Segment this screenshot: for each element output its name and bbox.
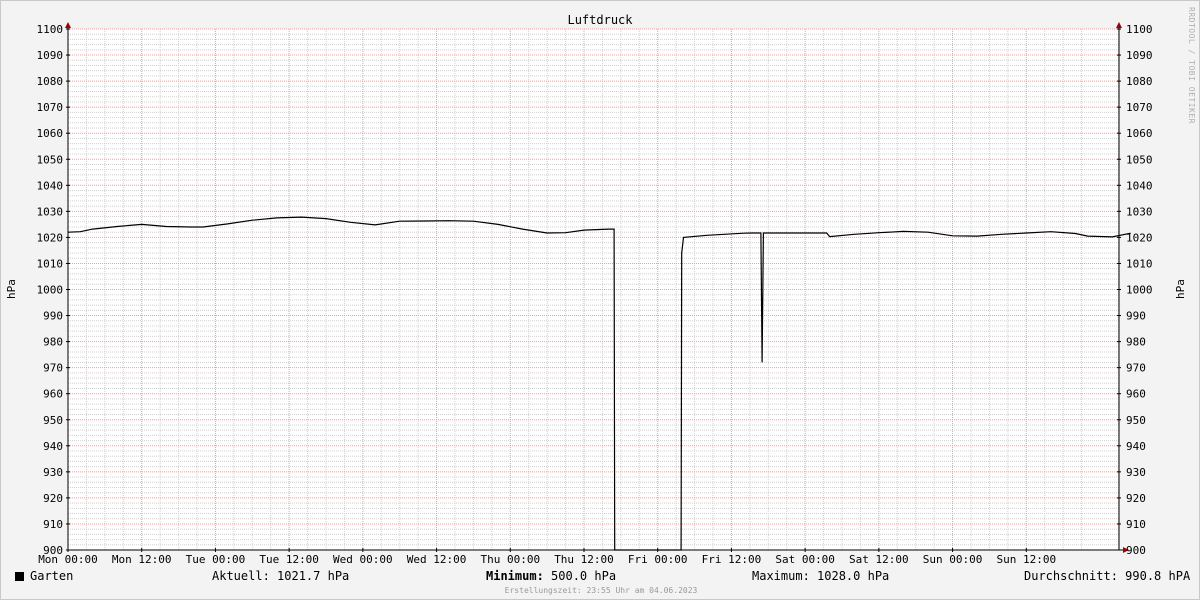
y-tick-label-left: 990 xyxy=(43,310,63,323)
x-tick-label: Sat 00:00 xyxy=(775,553,835,566)
y-tick-label-left: 950 xyxy=(43,414,63,427)
chart-frame: 900 900 910 910 920 920 930 930 940 940 950 950 960 9… xyxy=(0,0,1200,600)
y-tick-label-right: 1010 xyxy=(1126,257,1153,270)
y-tick-label-right: 1030 xyxy=(1126,205,1153,218)
y-tick-label-left: 1060 xyxy=(37,127,64,140)
y-tick-label-left: 1100 xyxy=(37,23,64,36)
stat-maximum: Maximum: 1028.0 hPa xyxy=(752,569,890,583)
y-tick-label-left: 1030 xyxy=(37,205,64,218)
y-tick-label-right: 900 xyxy=(1126,544,1146,557)
y-tick-label-right: 1080 xyxy=(1126,75,1153,88)
legend-swatch xyxy=(15,572,24,581)
legend-label: Garten xyxy=(30,569,74,583)
y-tick-label-right: 1050 xyxy=(1126,153,1153,166)
y-tick-label-right: 1070 xyxy=(1126,101,1153,114)
x-tick-label: Tue 12:00 xyxy=(259,553,319,566)
stat-minimum-value: 500.0 hPa xyxy=(543,569,617,583)
chart-title: Luftdruck xyxy=(567,13,633,27)
y-tick-label-left: 920 xyxy=(43,492,63,505)
stat-average: Durchschnitt: 990.8 hPA xyxy=(1024,569,1191,583)
y-tick-label-left: 1050 xyxy=(37,153,64,166)
y-tick-label-right: 920 xyxy=(1126,492,1146,505)
x-tick-label: Sun 00:00 xyxy=(923,553,983,566)
x-tick-label: Fri 12:00 xyxy=(702,553,762,566)
y-tick-label-right: 990 xyxy=(1126,310,1146,323)
y-tick-label-right: 1100 xyxy=(1126,23,1153,36)
watermark: RRDTOOL / TOBI OETIKER xyxy=(1187,7,1196,124)
x-tick-label: Wed 00:00 xyxy=(333,553,393,566)
y-tick-label-right: 930 xyxy=(1126,466,1146,479)
y-tick-label-left: 1020 xyxy=(37,231,64,244)
y-axis-arrow-left xyxy=(65,22,71,28)
plot-area xyxy=(68,29,1119,550)
y-axis-arrow-right xyxy=(1116,22,1122,28)
y-tick-label-left: 970 xyxy=(43,362,63,375)
y-tick-label-right: 910 xyxy=(1126,518,1146,531)
y-tick-label-right: 980 xyxy=(1126,336,1146,349)
y-tick-label-left: 930 xyxy=(43,466,63,479)
y-axis-label-left: hPa xyxy=(5,279,18,299)
y-tick-label-left: 980 xyxy=(43,336,63,349)
x-tick-label: Fri 00:00 xyxy=(628,553,688,566)
stat-minimum-label: Minimum: xyxy=(486,569,544,583)
y-tick-label-right: 970 xyxy=(1126,362,1146,375)
y-tick-label-left: 1090 xyxy=(37,49,64,62)
x-tick-label: Thu 12:00 xyxy=(554,553,614,566)
y-tick-label-right: 950 xyxy=(1126,414,1146,427)
y-tick-label-right: 1090 xyxy=(1126,49,1153,62)
y-tick-label-right: 1000 xyxy=(1126,284,1153,297)
pressure-chart: 900 900910 910920 920930 930940 940950 950960 9… xyxy=(5,13,1187,566)
y-tick-label-left: 1070 xyxy=(37,101,64,114)
x-tick-label: Sat 12:00 xyxy=(849,553,909,566)
y-tick-label-left: 1000 xyxy=(37,284,64,297)
y-tick-label-left: 910 xyxy=(43,518,63,531)
legend: Garten xyxy=(15,569,73,583)
y-tick-label-left: 1040 xyxy=(37,179,64,192)
y-tick-label-right: 1040 xyxy=(1126,179,1153,192)
x-tick-label: Mon 00:00 xyxy=(38,553,98,566)
y-tick-label-right: 1060 xyxy=(1126,127,1153,140)
y-tick-label-left: 960 xyxy=(43,388,63,401)
x-tick-label: Wed 12:00 xyxy=(407,553,467,566)
stat-current: Aktuell: 1021.7 hPa xyxy=(212,569,350,583)
x-tick-label: Mon 12:00 xyxy=(112,553,172,566)
x-tick-label: Thu 00:00 xyxy=(480,553,540,566)
x-tick-label: Sun 12:00 xyxy=(996,553,1056,566)
y-tick-label-right: 940 xyxy=(1126,440,1146,453)
y-tick-label-left: 1080 xyxy=(37,75,64,88)
stat-minimum: Minimum: 500.0 hPa xyxy=(486,569,616,583)
y-axis-label-right: hPa xyxy=(1174,279,1187,299)
y-tick-label-right: 960 xyxy=(1126,388,1146,401)
creation-time: Erstellungszeit: 23:55 Uhr am 04.06.2023 xyxy=(504,586,698,595)
x-tick-label: Tue 00:00 xyxy=(186,553,246,566)
y-tick-label-left: 1010 xyxy=(37,257,64,270)
y-tick-label-left: 940 xyxy=(43,440,63,453)
